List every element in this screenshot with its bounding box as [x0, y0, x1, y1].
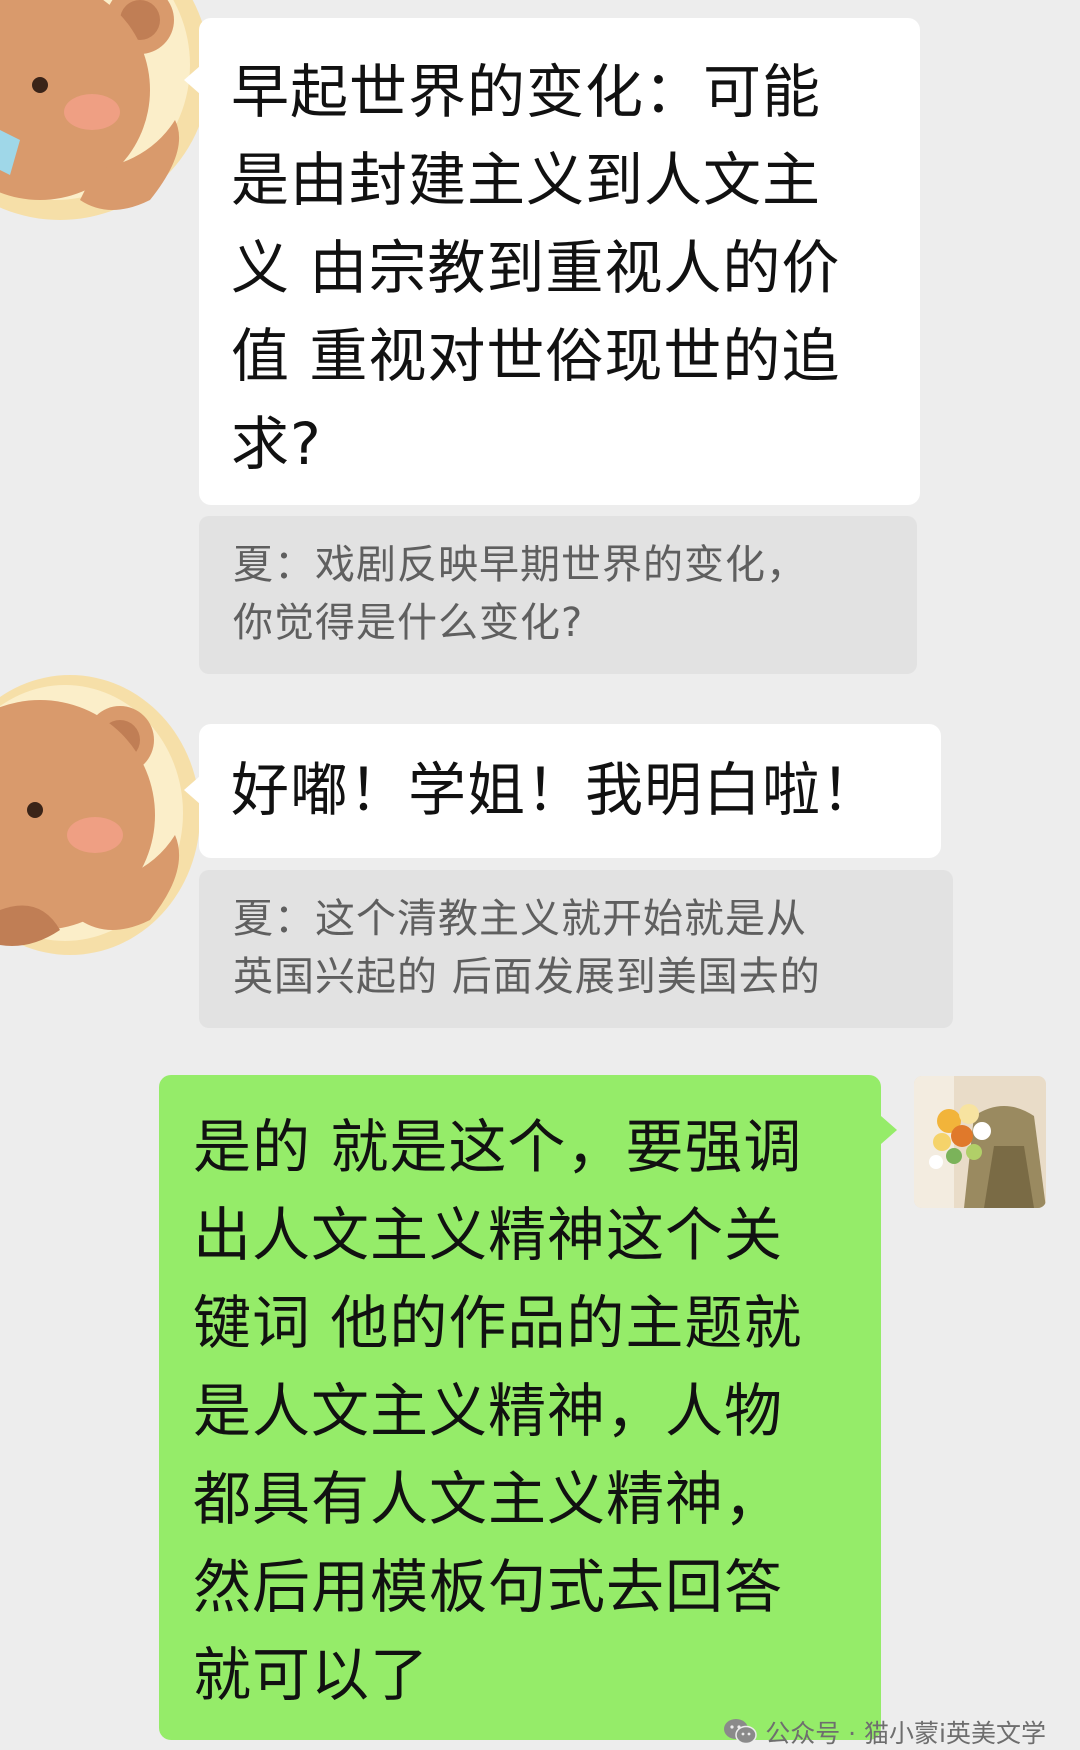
message-bubble-self[interactable]: 是的 就是这个，要强调 出人文主义精神这个关 键词 他的作品的主题就 是人文主义… [159, 1075, 881, 1740]
bubble-tail [184, 776, 200, 804]
bubble-tail [184, 66, 200, 94]
bear-sticker-avatar[interactable] [0, 665, 205, 955]
quoted-message[interactable]: 夏：这个清教主义就开始就是从 英国兴起的 后面发展到美国去的 [199, 870, 953, 1028]
watermark: 公众号 · 猫小蒙i英美文学 [723, 1714, 1046, 1750]
bear-sticker-avatar[interactable] [0, 0, 205, 230]
message-bubble-other[interactable]: 好嘟！学姐！我明白啦！ [199, 724, 941, 858]
message-bubble-other[interactable]: 早起世界的变化：可能 是由封建主义到人文主 义 由宗教到重视人的价 值 重视对世… [199, 18, 920, 505]
watermark-text: 公众号 · 猫小蒙i英美文学 [765, 1719, 1046, 1748]
bubble-tail [881, 1116, 897, 1144]
flower-bouquet-avatar[interactable] [914, 1076, 1046, 1208]
quoted-message[interactable]: 夏：戏剧反映早期世界的变化， 你觉得是什么变化? [199, 516, 917, 674]
wechat-icon [724, 1719, 757, 1745]
